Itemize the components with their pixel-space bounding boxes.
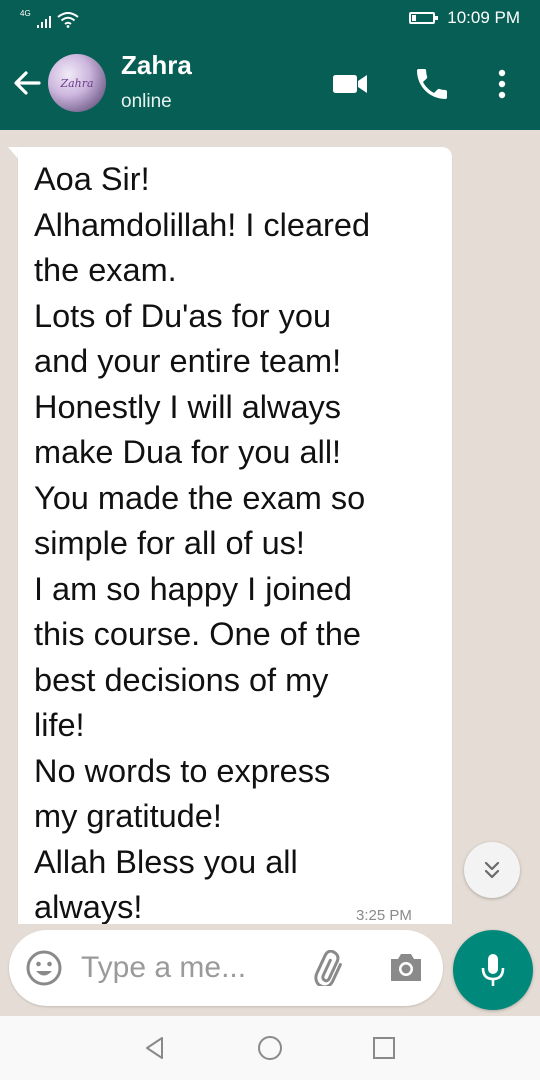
emoji-icon: [26, 950, 62, 986]
message-input[interactable]: Type a me...: [81, 948, 281, 988]
status-left: 4G: [20, 8, 79, 28]
more-options-button[interactable]: [482, 64, 522, 104]
nav-recents-button[interactable]: [370, 1034, 398, 1062]
mic-icon: [481, 954, 505, 986]
avatar[interactable]: Zahra: [48, 54, 106, 112]
message-line: Aoa Sir!: [34, 161, 150, 197]
attach-button[interactable]: [311, 949, 351, 989]
camera-button[interactable]: [387, 950, 425, 986]
message-line: the exam.: [34, 252, 177, 288]
message-composer: Type a me...: [9, 930, 443, 1006]
attach-icon: [314, 949, 342, 989]
voice-call-button[interactable]: [412, 64, 452, 104]
message-line: Allah Bless you all: [34, 843, 298, 880]
wifi-icon: [57, 12, 79, 28]
message-line: Alhamdolillah! I cleared: [34, 206, 371, 243]
message-text: Aoa Sir! Alhamdolillah! I cleared the ex…: [34, 157, 444, 924]
nav-home-icon: [258, 1036, 282, 1060]
video-camera-icon: [333, 75, 367, 93]
contact-name[interactable]: Zahra: [121, 50, 192, 81]
camera-icon: [391, 954, 421, 981]
avatar-signature: Zahra: [60, 76, 94, 90]
message-line: this course. One of the: [34, 616, 361, 652]
battery-icon: [409, 12, 439, 24]
back-button[interactable]: [10, 66, 44, 100]
phone-icon: [417, 69, 447, 99]
nav-recents-icon: [373, 1037, 395, 1059]
message-line: I am so happy I joined: [34, 570, 352, 607]
double-chevron-down-icon: [484, 861, 500, 879]
status-time: 10:09 PM: [447, 8, 520, 27]
message-line: and your entire team!: [34, 343, 342, 379]
message-line: best decisions of my: [34, 661, 329, 698]
network-type-label: 4G: [20, 9, 31, 18]
message-line: simple for all of us!: [34, 525, 305, 561]
chat-header: Zahra Zahra online: [0, 36, 540, 130]
video-call-button[interactable]: [330, 64, 370, 104]
nav-back-button[interactable]: [141, 1034, 169, 1062]
message-line: my gratitude!: [34, 798, 222, 834]
message-line: No words to express: [34, 752, 331, 789]
status-bar: 4G 10:09 PM: [0, 0, 540, 36]
scroll-to-bottom-button[interactable]: [464, 842, 520, 898]
message-line: Lots of Du'as for you: [34, 297, 332, 334]
system-navigation-bar: [0, 1016, 540, 1080]
chat-area[interactable]: Aoa Sir! Alhamdolillah! I cleared the ex…: [0, 130, 540, 924]
emoji-button[interactable]: [25, 949, 63, 987]
arrow-left-icon: [14, 71, 41, 95]
signal-icon: [36, 14, 51, 28]
message-line: You made the exam so: [34, 479, 366, 516]
more-vert-icon: [498, 69, 506, 99]
nav-home-button[interactable]: [256, 1034, 284, 1062]
message-timestamp: 3:25 PM: [356, 907, 412, 924]
message-line: Honestly I will always: [34, 388, 342, 425]
message-line: make Dua for you all!: [34, 434, 342, 470]
contact-status: online: [121, 91, 172, 112]
incoming-message-bubble[interactable]: Aoa Sir! Alhamdolillah! I cleared the ex…: [18, 147, 452, 924]
nav-back-icon: [146, 1037, 163, 1059]
message-line: life!: [34, 707, 85, 743]
voice-message-button[interactable]: [453, 930, 533, 1010]
status-right: 10:09 PM: [409, 7, 520, 29]
